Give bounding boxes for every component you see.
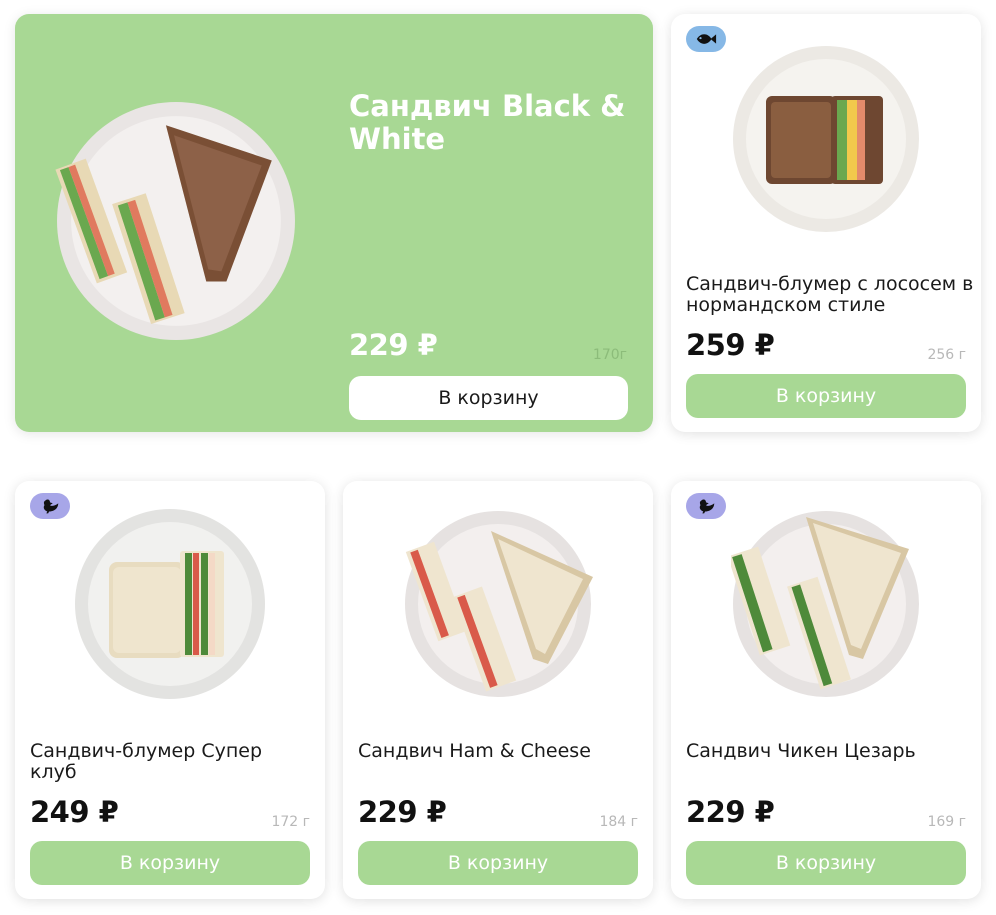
product-title: Сандвич-блумер Супер клуб	[30, 740, 263, 783]
product-card-ham-cheese[interactable]: Сандвич Ham & Cheese 229 ₽ 184 г В корзи…	[343, 481, 653, 899]
product-price: 229 ₽	[349, 328, 438, 362]
fish-badge	[686, 26, 726, 52]
product-weight: 170г	[592, 347, 627, 363]
add-to-cart-button[interactable]: В корзину	[30, 841, 310, 885]
product-weight: 172 г	[271, 814, 310, 830]
product-weight: 256 г	[927, 347, 966, 363]
product-image[interactable]	[403, 509, 593, 699]
product-title: Сандвич-блумер с лососем в нормандском с…	[686, 273, 974, 316]
add-to-cart-button[interactable]: В корзину	[686, 374, 966, 418]
product-card-super-club[interactable]: Сандвич-блумер Супер клуб 249 ₽ 172 г В …	[15, 481, 325, 899]
product-price: 259 ₽	[686, 328, 775, 362]
product-price: 249 ₽	[30, 795, 119, 829]
chicken-icon	[699, 499, 715, 514]
product-title: Сандвич Black & White	[349, 89, 626, 156]
product-image[interactable]	[73, 507, 267, 701]
product-title: Сандвич Ham & Cheese	[358, 740, 591, 762]
product-price: 229 ₽	[358, 795, 447, 829]
product-weight: 169 г	[927, 814, 966, 830]
product-image[interactable]	[55, 100, 297, 342]
chicken-icon	[43, 499, 59, 514]
fish-icon	[696, 34, 717, 44]
chicken-badge	[30, 493, 70, 519]
product-image[interactable]	[731, 44, 921, 234]
product-title: Сандвич Чикен Цезарь	[686, 740, 916, 762]
product-image[interactable]	[731, 509, 921, 699]
product-card-black-white[interactable]: Сандвич Black & White 229 ₽ 170г В корзи…	[15, 14, 653, 432]
add-to-cart-button[interactable]: В корзину	[358, 841, 638, 885]
product-weight: 184 г	[599, 814, 638, 830]
add-to-cart-button[interactable]: В корзину	[686, 841, 966, 885]
add-to-cart-button[interactable]: В корзину	[349, 376, 628, 420]
chicken-badge	[686, 493, 726, 519]
product-card-salmon-bloomer[interactable]: Сандвич-блумер с лососем в нормандском с…	[671, 14, 981, 432]
product-price: 229 ₽	[686, 795, 775, 829]
product-card-chicken-caesar[interactable]: Сандвич Чикен Цезарь 229 ₽ 169 г В корзи…	[671, 481, 981, 899]
